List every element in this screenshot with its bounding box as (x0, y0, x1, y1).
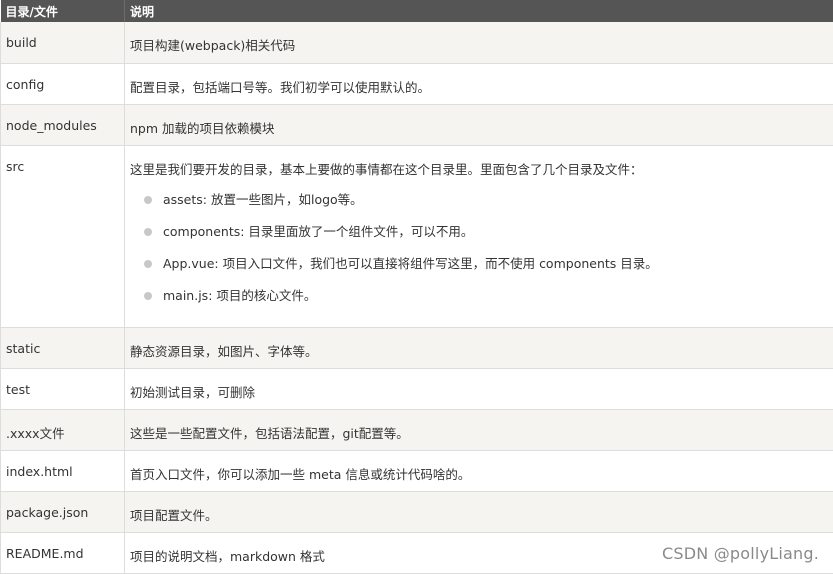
table-row: package.json 项目配置文件。 (1, 491, 833, 532)
table-row: static 静态资源目录，如图片、字体等。 (1, 327, 833, 368)
row-description: 项目配置文件。 (125, 491, 833, 532)
table-row: test 初始测试目录，可删除 (1, 368, 833, 409)
table-row: src 这里是我们要开发的目录，基本上要做的事情都在这个目录里。里面包含了几个目… (1, 145, 833, 327)
header-directory: 目录/文件 (1, 0, 125, 22)
table-row: .xxxx文件 这些是一些配置文件，包括语法配置，git配置等。 (1, 409, 833, 450)
row-description: 首页入口文件，你可以添加一些 meta 信息或统计代码啥的。 (125, 450, 833, 491)
row-name: .xxxx文件 (1, 409, 125, 450)
list-item: components: 目录里面放了一个组件文件，可以不用。 (130, 223, 828, 255)
row-description: 这里是我们要开发的目录，基本上要做的事情都在这个目录里。里面包含了几个目录及文件… (130, 159, 828, 178)
row-name: package.json (1, 491, 125, 532)
row-description: 项目构建(webpack)相关代码 (125, 22, 833, 63)
bullet-icon (144, 228, 152, 236)
row-description: 配置目录，包括端口号等。我们初学可以使用默认的。 (125, 63, 833, 104)
bullet-icon (144, 260, 152, 268)
list-item: App.vue: 项目入口文件，我们也可以直接将组件写这里，而不使用 compo… (130, 255, 828, 287)
csdn-watermark: CSDN @pollyLiang. (662, 544, 819, 563)
bullet-icon (144, 196, 152, 204)
list-item: assets: 放置一些图片，如logo等。 (130, 191, 828, 223)
list-item-text: components: 目录里面放了一个组件文件，可以不用。 (163, 224, 473, 239)
row-name: static (1, 327, 125, 368)
bullet-icon (144, 292, 152, 300)
row-name: src (1, 145, 125, 327)
row-description: 初始测试目录，可删除 (125, 368, 833, 409)
row-name: build (1, 22, 125, 63)
row-name: index.html (1, 450, 125, 491)
list-item-text: App.vue: 项目入口文件，我们也可以直接将组件写这里，而不使用 compo… (163, 256, 658, 271)
sub-item-list: assets: 放置一些图片，如logo等。 components: 目录里面放… (130, 191, 828, 319)
row-name: config (1, 63, 125, 104)
directory-table: 目录/文件 说明 build 项目构建(webpack)相关代码 config … (0, 0, 833, 574)
list-item-text: main.js: 项目的核心文件。 (163, 288, 316, 303)
row-description: npm 加载的项目依赖模块 (125, 104, 833, 145)
list-item-text: assets: 放置一些图片，如logo等。 (163, 192, 363, 207)
row-description-cell: 这里是我们要开发的目录，基本上要做的事情都在这个目录里。里面包含了几个目录及文件… (125, 145, 833, 327)
header-description: 说明 (125, 0, 833, 22)
table-row: config 配置目录，包括端口号等。我们初学可以使用默认的。 (1, 63, 833, 104)
table-header-row: 目录/文件 说明 (1, 0, 833, 22)
list-item: main.js: 项目的核心文件。 (130, 287, 828, 319)
table-row: build 项目构建(webpack)相关代码 (1, 22, 833, 63)
row-name: node_modules (1, 104, 125, 145)
table-row: node_modules npm 加载的项目依赖模块 (1, 104, 833, 145)
row-name: test (1, 368, 125, 409)
row-description: 这些是一些配置文件，包括语法配置，git配置等。 (125, 409, 833, 450)
row-description: 静态资源目录，如图片、字体等。 (125, 327, 833, 368)
row-name: README.md (1, 532, 125, 573)
table-row: index.html 首页入口文件，你可以添加一些 meta 信息或统计代码啥的… (1, 450, 833, 491)
